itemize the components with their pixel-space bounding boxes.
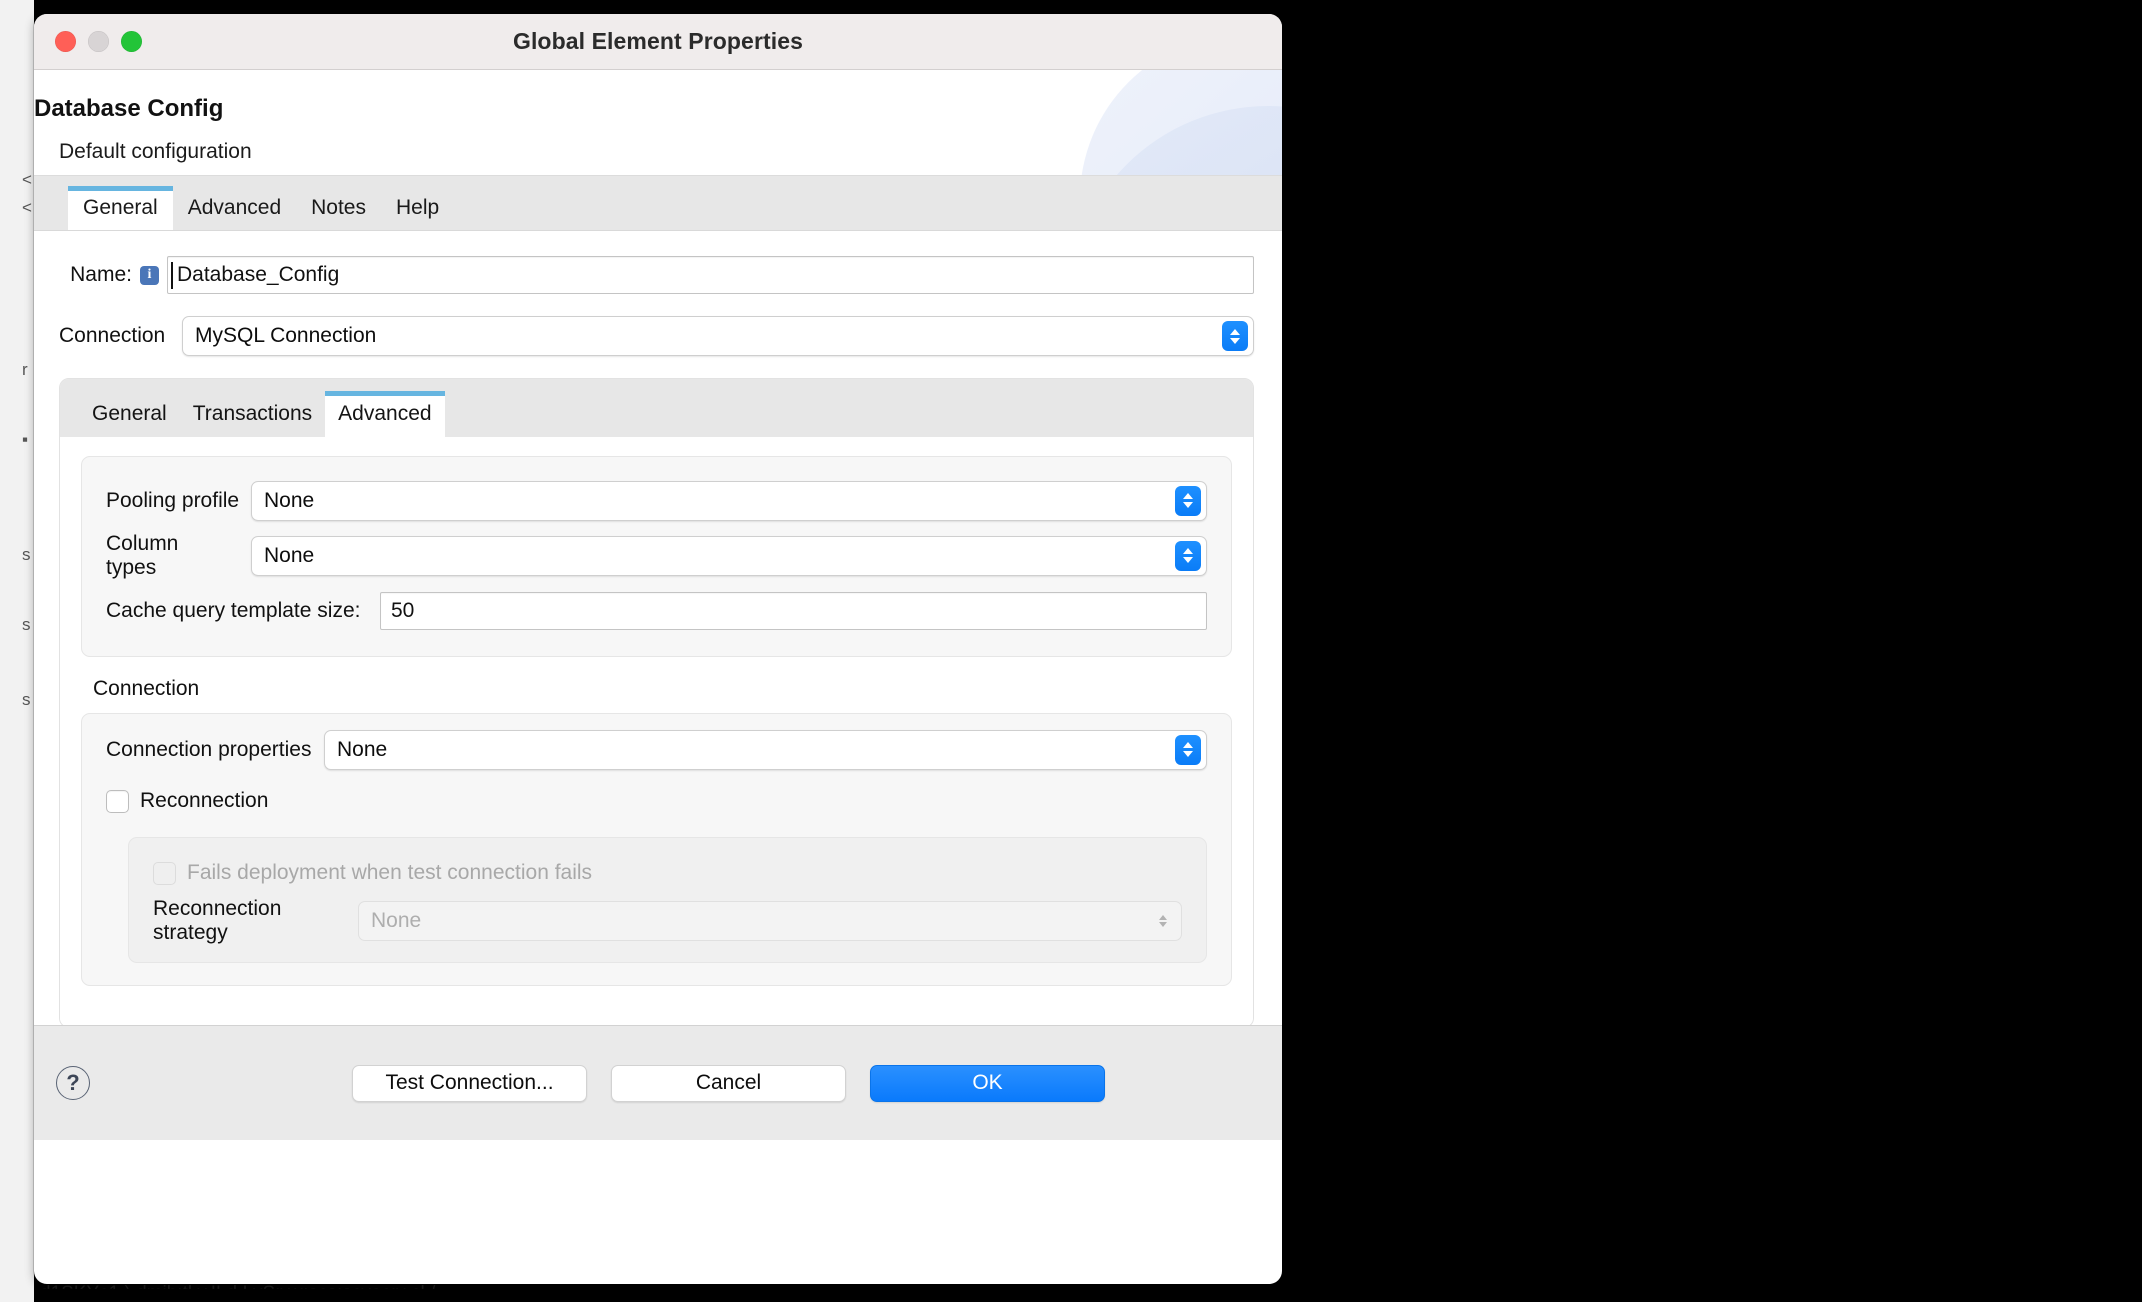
column-types-value: None bbox=[264, 543, 315, 567]
reconnection-label: Reconnection bbox=[140, 789, 269, 812]
traffic-light-controls bbox=[55, 31, 142, 52]
pooling-profile-row: Pooling profile None bbox=[106, 473, 1207, 528]
inner-tab-transactions[interactable]: Transactions bbox=[180, 391, 325, 437]
header-decoration-arc-inner bbox=[1068, 106, 1282, 175]
ok-button[interactable]: OK bbox=[870, 1064, 1105, 1102]
main-tabbar: General Advanced Notes Help bbox=[34, 175, 1282, 230]
zoom-light[interactable] bbox=[121, 31, 142, 52]
chevron-updown-icon bbox=[1222, 321, 1248, 351]
connection-config-card: General Transactions Advanced Pooling pr… bbox=[59, 378, 1254, 1028]
window-title: Global Element Properties bbox=[512, 28, 804, 54]
inner-tab-general-label: General bbox=[92, 402, 167, 425]
chevron-updown-icon bbox=[1175, 485, 1201, 516]
question-mark-icon[interactable]: ? bbox=[56, 1066, 90, 1100]
advanced-tab-panel: Pooling profile None Column types None C… bbox=[60, 437, 1253, 1027]
cancel-label: Cancel bbox=[695, 1071, 762, 1094]
minimize-light[interactable] bbox=[88, 31, 109, 52]
fails-deployment-row: Fails deployment when test connection fa… bbox=[153, 848, 1182, 898]
connection-properties-label: Connection properties bbox=[106, 737, 312, 761]
advanced-top-group: Pooling profile None Column types None C… bbox=[81, 456, 1232, 657]
reconnection-strategy-label: Reconnection strategy bbox=[153, 897, 282, 944]
chevron-updown-icon bbox=[1175, 540, 1201, 571]
reconnection-row[interactable]: Reconnection bbox=[106, 777, 1207, 825]
tab-help[interactable]: Help bbox=[381, 186, 454, 230]
inner-tab-general[interactable]: General bbox=[79, 391, 180, 437]
inner-tab-advanced[interactable]: Advanced bbox=[325, 391, 445, 437]
connection-properties-row: Connection properties None bbox=[106, 722, 1207, 777]
cache-query-value: 50 bbox=[391, 598, 415, 622]
global-element-properties-window: Global Element Properties Database Confi… bbox=[34, 14, 1282, 1284]
window-titlebar: Global Element Properties bbox=[34, 14, 1282, 70]
dialog-footer-wrap: ? Test Connection... Cancel OK bbox=[34, 1025, 1282, 1140]
tab-notes[interactable]: Notes bbox=[296, 186, 381, 230]
name-row: Name: i Database_Config bbox=[34, 256, 1282, 294]
reconnection-subgroup: Fails deployment when test connection fa… bbox=[128, 837, 1207, 963]
reconnection-strategy-value: None bbox=[371, 909, 422, 932]
cache-query-input[interactable]: 50 bbox=[380, 591, 1207, 630]
dialog-header: Database Config Default configuration bbox=[34, 70, 1282, 175]
cache-query-row: Cache query template size: 50 bbox=[106, 583, 1207, 638]
cache-query-label: Cache query template size: bbox=[106, 598, 361, 622]
connection-properties-dropdown[interactable]: None bbox=[324, 729, 1207, 770]
connection-row: Connection MySQL Connection bbox=[34, 316, 1282, 356]
close-light[interactable] bbox=[55, 31, 76, 52]
name-label: Name: bbox=[70, 263, 132, 286]
background-app-sliver: < < r ▪ s s s bbox=[0, 0, 34, 1302]
inner-tab-transactions-label: Transactions bbox=[192, 402, 313, 425]
chevron-updown-icon bbox=[1150, 906, 1176, 936]
chevron-updown-icon bbox=[1175, 734, 1201, 765]
page-subtitle: Default configuration bbox=[59, 140, 252, 163]
column-types-row: Column types None bbox=[106, 528, 1207, 583]
footer-button-group: Test Connection... Cancel OK bbox=[352, 1064, 1105, 1102]
tab-advanced-label: Advanced bbox=[187, 196, 282, 219]
connection-dropdown[interactable]: MySQL Connection bbox=[182, 316, 1254, 356]
column-types-label: Column types bbox=[106, 531, 179, 579]
inner-tab-advanced-label: Advanced bbox=[338, 402, 432, 425]
connection-properties-value: None bbox=[337, 737, 388, 761]
test-connection-label: Test Connection... bbox=[385, 1071, 554, 1094]
info-icon[interactable]: i bbox=[140, 265, 159, 285]
page-title: Database Config bbox=[34, 95, 224, 122]
fails-deployment-checkbox bbox=[153, 861, 176, 885]
dialog-footer: ? Test Connection... Cancel OK bbox=[34, 1025, 1282, 1140]
reconnection-checkbox[interactable] bbox=[106, 789, 129, 813]
ok-label: OK bbox=[972, 1071, 1003, 1094]
header-decoration-arc-outer bbox=[1080, 70, 1282, 175]
cancel-button[interactable]: Cancel bbox=[611, 1064, 846, 1102]
inner-tabbar: General Transactions Advanced bbox=[60, 379, 1253, 437]
connection-label: Connection bbox=[59, 324, 166, 347]
tab-advanced[interactable]: Advanced bbox=[173, 186, 296, 230]
column-types-dropdown[interactable]: None bbox=[251, 535, 1207, 576]
background-app-bottom-text: d1SKYc1 ) dmjb:tl v.ILd I vS:v.x:scs:scv… bbox=[40, 1283, 436, 1297]
tab-notes-label: Notes bbox=[311, 196, 366, 219]
pooling-profile-value: None bbox=[264, 488, 315, 512]
pooling-profile-dropdown[interactable]: None bbox=[251, 480, 1207, 521]
tab-general[interactable]: General bbox=[68, 186, 173, 230]
tab-help-label: Help bbox=[395, 196, 440, 219]
reconnection-strategy-row: Reconnection strategy None bbox=[153, 897, 1182, 944]
fails-deployment-label: Fails deployment when test connection fa… bbox=[187, 861, 593, 884]
connection-group: Connection properties None Reconnection bbox=[81, 713, 1232, 986]
reconnection-strategy-dropdown: None bbox=[358, 901, 1182, 941]
general-tab-panel: Name: i Database_Config Connection MySQL… bbox=[34, 230, 1282, 1028]
name-input-value: Database_Config bbox=[177, 263, 340, 286]
connection-dropdown-value: MySQL Connection bbox=[195, 324, 377, 347]
name-input[interactable]: Database_Config bbox=[167, 256, 1254, 294]
tab-general-label: General bbox=[83, 196, 158, 219]
connection-section-title: Connection bbox=[93, 677, 200, 700]
pooling-profile-label: Pooling profile bbox=[106, 488, 240, 512]
test-connection-button[interactable]: Test Connection... bbox=[352, 1064, 587, 1102]
